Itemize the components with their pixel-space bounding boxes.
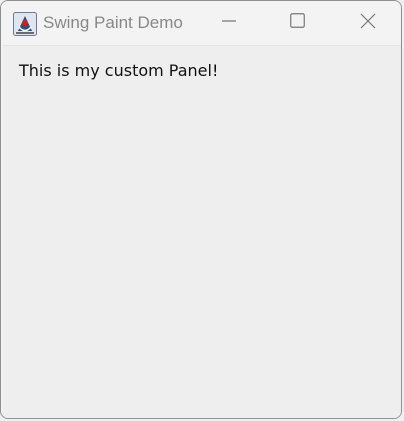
java-duke-icon[interactable] (13, 12, 37, 36)
maximize-button[interactable] (274, 1, 320, 45)
minimize-button[interactable] (206, 1, 252, 45)
panel-message: This is my custom Panel! (19, 61, 219, 80)
app-window: Swing Paint Demo This is my custom Panel… (0, 0, 402, 419)
custom-panel: This is my custom Panel! (3, 45, 401, 418)
maximize-icon (289, 13, 305, 33)
close-icon (360, 13, 376, 34)
minimize-icon (222, 14, 236, 33)
title-bar[interactable]: Swing Paint Demo (1, 1, 401, 45)
close-button[interactable] (345, 1, 391, 45)
window-title: Swing Paint Demo (43, 13, 183, 32)
